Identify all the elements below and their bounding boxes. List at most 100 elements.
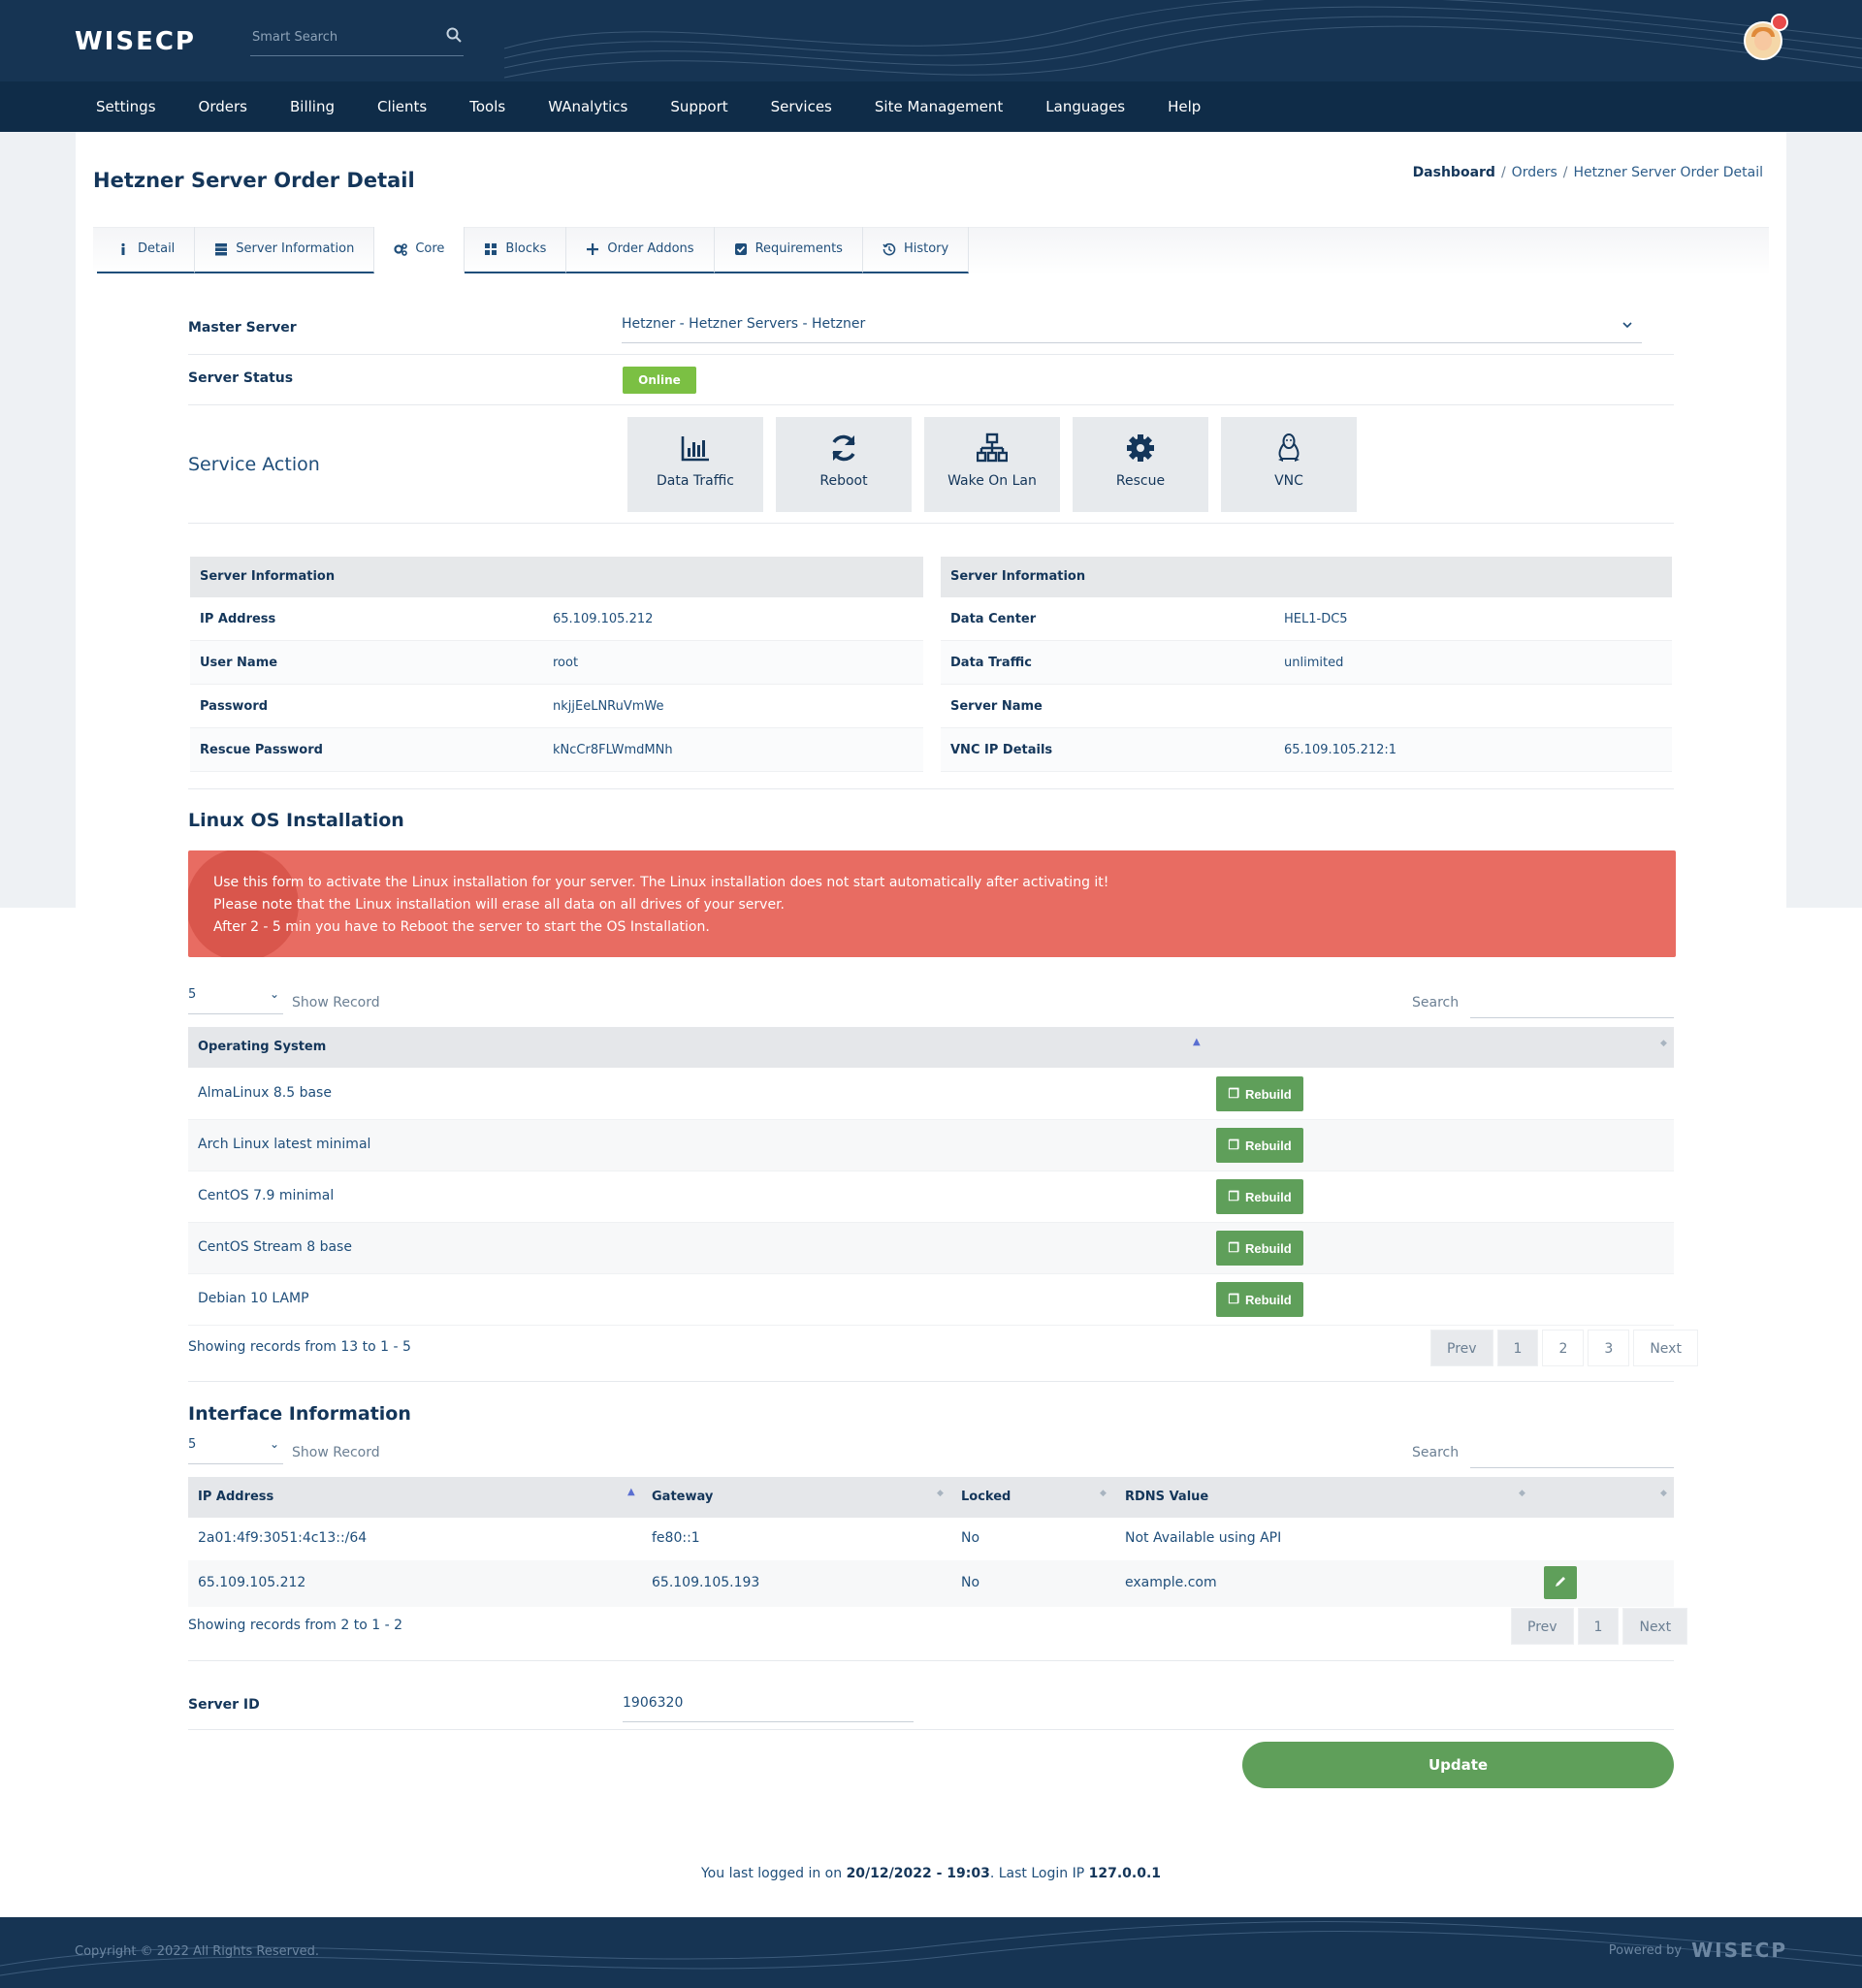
rescue-button[interactable]: Rescue — [1073, 417, 1208, 512]
sort-icon[interactable]: ◆ — [1519, 1489, 1525, 1498]
ip-address-cell: 2a01:4f9:3051:4c13::/64 — [198, 1530, 368, 1546]
window-icon: ❐ — [1228, 1138, 1239, 1152]
sort-asc-icon[interactable]: ▲ — [1193, 1037, 1201, 1047]
master-server-label: Master Server — [188, 320, 297, 336]
tab-server-information[interactable]: Server Information — [195, 227, 375, 273]
update-button[interactable]: Update — [1242, 1742, 1674, 1788]
wake-on-lan-button[interactable]: Wake On Lan — [924, 417, 1060, 512]
os-table-header: Operating System ▲ ◆ — [188, 1027, 1674, 1068]
rebuild-button[interactable]: ❐ Rebuild — [1216, 1231, 1303, 1266]
sort-icon[interactable]: ◆ — [1660, 1039, 1667, 1048]
grid-icon — [485, 243, 498, 255]
wisecp-logo[interactable]: WISECP — [75, 27, 196, 56]
tab-detail[interactable]: Detail — [97, 227, 196, 273]
action-label: Data Traffic — [657, 473, 734, 489]
header-wave-decoration — [504, 0, 1862, 79]
locked-column[interactable]: Locked — [961, 1490, 1011, 1504]
bar-chart-icon — [681, 436, 709, 462]
tab-requirements[interactable]: Requirements — [714, 227, 863, 273]
nav-languages[interactable]: Languages — [1024, 81, 1146, 132]
os-search-label: Search — [1412, 995, 1460, 1010]
rebuild-button[interactable]: ❐ Rebuild — [1216, 1179, 1303, 1214]
breadcrumb-orders[interactable]: Orders — [1512, 165, 1557, 180]
sort-asc-icon[interactable]: ▲ — [627, 1487, 635, 1497]
nav-tools[interactable]: Tools — [448, 81, 527, 132]
info-key: Data Traffic — [950, 656, 1032, 670]
alert-line: After 2 - 5 min you have to Reboot the s… — [213, 919, 710, 935]
tab-core[interactable]: Core — [374, 227, 466, 273]
nav-settings[interactable]: Settings — [75, 81, 177, 132]
rebuild-button[interactable]: ❐ Rebuild — [1216, 1076, 1303, 1111]
info-row: IP Address 65.109.105.212 — [190, 597, 923, 641]
locked-cell: No — [961, 1530, 980, 1546]
operating-system-column[interactable]: Operating System — [198, 1040, 326, 1054]
footer-wisecp-logo[interactable]: WISECP — [1691, 1939, 1787, 1962]
smart-search[interactable] — [250, 25, 464, 56]
tab-history[interactable]: History — [862, 227, 970, 273]
ip-address-cell: 65.109.105.212 — [198, 1575, 306, 1590]
vnc-button[interactable]: VNC — [1221, 417, 1357, 512]
nav-services[interactable]: Services — [750, 81, 853, 132]
tab-order-addons[interactable]: Order Addons — [566, 227, 715, 273]
info-value: unlimited — [1284, 656, 1344, 670]
server-id-label: Server ID — [188, 1697, 260, 1713]
rebuild-button[interactable]: ❐ Rebuild — [1216, 1128, 1303, 1163]
last-login-ip: 127.0.0.1 — [1088, 1866, 1162, 1881]
nav-site-management[interactable]: Site Management — [853, 81, 1024, 132]
nav-billing[interactable]: Billing — [269, 81, 356, 132]
sort-icon[interactable]: ◆ — [1100, 1489, 1107, 1498]
tab-label: Order Addons — [607, 241, 694, 256]
gear-icon — [1127, 434, 1154, 462]
tab-label: Requirements — [754, 241, 843, 256]
nav-clients[interactable]: Clients — [356, 81, 448, 132]
master-server-select[interactable]: Hetzner - Hetzner Servers - Hetzner — [622, 316, 1642, 343]
os-search-input[interactable] — [1470, 989, 1674, 1018]
action-label: VNC — [1274, 473, 1303, 489]
action-label: Wake On Lan — [947, 473, 1037, 489]
chevron-down-icon — [1622, 322, 1632, 329]
checkbox-icon — [734, 243, 747, 255]
linux-icon — [1278, 433, 1300, 462]
window-icon: ❐ — [1228, 1189, 1239, 1203]
sort-icon[interactable]: ◆ — [937, 1489, 944, 1498]
data-traffic-button[interactable]: Data Traffic — [627, 417, 763, 512]
gateway-cell: fe80::1 — [652, 1530, 700, 1546]
nav-wanalytics[interactable]: WAnalytics — [527, 81, 649, 132]
reboot-button[interactable]: Reboot — [776, 417, 912, 512]
server-id-input[interactable]: 1906320 — [623, 1691, 914, 1722]
locked-cell: No — [961, 1575, 980, 1590]
edit-rdns-button[interactable] — [1544, 1566, 1577, 1599]
if-search-input[interactable] — [1470, 1439, 1674, 1468]
nav-help[interactable]: Help — [1146, 81, 1222, 132]
os-page-length-select[interactable]: 5 ⌄ — [188, 987, 283, 1014]
window-icon: ❐ — [1228, 1086, 1239, 1101]
if-page-length-select[interactable]: 5 ⌄ — [188, 1437, 283, 1464]
rebuild-label: Rebuild — [1244, 1086, 1292, 1102]
master-server-row: Master Server Hetzner - Hetzner Servers … — [188, 308, 1674, 355]
smart-search-input[interactable] — [250, 25, 425, 48]
info-row: Password nkjjEeLNRuVmWe — [190, 685, 923, 728]
network-icon — [976, 433, 1009, 463]
server-info-title: Server Information — [941, 557, 1672, 597]
nav-support[interactable]: Support — [649, 81, 749, 132]
search-icon[interactable] — [446, 27, 462, 43]
page-length-value: 5 — [188, 987, 197, 1002]
tab-blocks[interactable]: Blocks — [465, 227, 567, 273]
notification-bell-icon[interactable] — [1771, 14, 1788, 31]
gateway-column[interactable]: Gateway — [652, 1490, 713, 1504]
ip-address-column[interactable]: IP Address — [198, 1490, 273, 1504]
sort-icon[interactable]: ◆ — [1660, 1489, 1667, 1498]
if-table-header: IP Address ▲ Gateway ◆ Locked ◆ RDNS Val… — [188, 1477, 1674, 1518]
rdns-cell: example.com — [1125, 1575, 1217, 1590]
tab-label: Blocks — [505, 241, 547, 256]
rdns-value-column[interactable]: RDNS Value — [1125, 1490, 1208, 1504]
breadcrumb-dashboard[interactable]: Dashboard — [1413, 165, 1495, 180]
breadcrumb-current: Hetzner Server Order Detail — [1573, 165, 1763, 180]
nav-orders[interactable]: Orders — [177, 81, 269, 132]
server-info-title: Server Information — [190, 557, 923, 597]
table-row: 65.109.105.212 65.109.105.193 No example… — [188, 1560, 1674, 1607]
copyright: Copyright © 2022 All Rights Reserved. — [75, 1944, 320, 1959]
rebuild-button[interactable]: ❐ Rebuild — [1216, 1282, 1303, 1317]
top-header: WISECP — [0, 0, 1862, 81]
server-icon — [215, 243, 228, 256]
